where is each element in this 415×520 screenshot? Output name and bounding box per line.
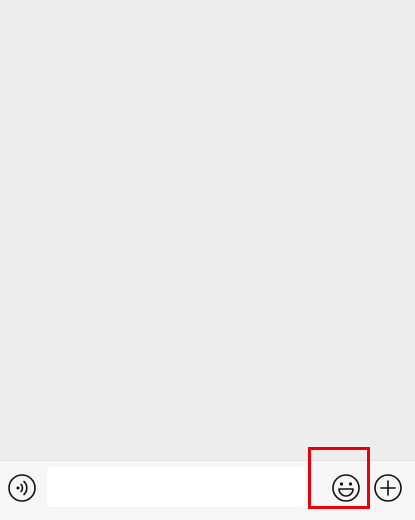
more-options-button[interactable]: [373, 473, 403, 503]
voice-button[interactable]: [7, 473, 37, 503]
plus-circle-icon: [374, 474, 402, 502]
chat-input-bar: [0, 460, 415, 520]
message-input[interactable]: [47, 467, 305, 507]
emoji-icon: [332, 474, 360, 502]
voice-icon: [8, 474, 36, 502]
emoji-button[interactable]: [331, 473, 361, 503]
chat-message-area: [0, 0, 415, 460]
